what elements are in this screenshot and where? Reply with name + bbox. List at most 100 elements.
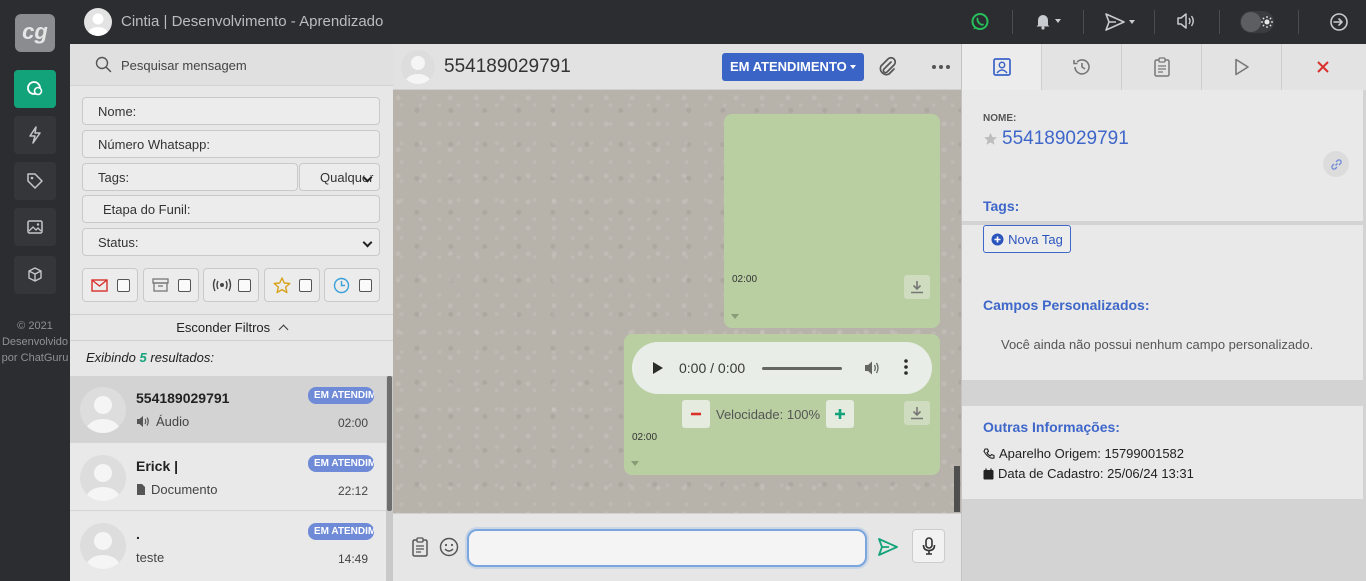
- filter-broadcast[interactable]: [203, 268, 259, 302]
- conversation-item[interactable]: Erick | EM ATENDIMENTO Documento 22:12: [70, 444, 386, 511]
- speed-increase-button[interactable]: [826, 400, 854, 428]
- results-number: 5: [139, 350, 147, 365]
- divider: [1298, 10, 1299, 34]
- scrollbar-thumb[interactable]: [387, 376, 392, 511]
- speed-decrease-button[interactable]: [682, 400, 710, 428]
- results-count: Exibindo 5 resultados:: [86, 350, 214, 365]
- filter-scheduled[interactable]: [324, 268, 380, 302]
- audio-progress-track[interactable]: [762, 367, 842, 370]
- speaker-icon: [136, 415, 151, 428]
- sun-icon: [1260, 15, 1274, 29]
- details-tabs: [962, 44, 1366, 90]
- hide-filters-button[interactable]: Esconder Filtros: [70, 314, 393, 341]
- contact-avatar[interactable]: [401, 50, 435, 84]
- rail-tags-button[interactable]: [14, 162, 56, 200]
- star-icon[interactable]: [983, 132, 998, 146]
- tab-dialogs[interactable]: [1202, 44, 1282, 90]
- conversation-time: 22:12: [337, 484, 368, 498]
- sound-toggle-button[interactable]: [1176, 12, 1196, 30]
- conversation-item[interactable]: 554189029791 EM ATENDIMENTO Áudio 02:00: [70, 376, 386, 443]
- filter-archived[interactable]: [143, 268, 199, 302]
- account-title[interactable]: Cintia | Desenvolvimento - Aprendizado: [121, 13, 383, 30]
- logout-button[interactable]: [1329, 12, 1349, 32]
- tags-mode-select[interactable]: Qualquer: [299, 163, 380, 191]
- search-input[interactable]: Pesquisar mensagem: [121, 58, 247, 73]
- chevron-down-icon[interactable]: [731, 314, 739, 319]
- avatar[interactable]: [84, 8, 112, 36]
- tab-history[interactable]: [1042, 44, 1122, 90]
- unread-checkbox[interactable]: [117, 278, 130, 292]
- audio-player[interactable]: 0:00 / 0:00: [632, 342, 932, 394]
- message-input[interactable]: [467, 529, 867, 567]
- chat-header: 554189029791 EM ATENDIMENTO: [393, 44, 961, 90]
- custom-fields-empty-message: Você ainda não possui nenhum campo perso…: [1001, 337, 1314, 352]
- broadcast-icon: [212, 278, 232, 292]
- message-bubble-audio[interactable]: 0:00 / 0:00 Velocidade: 100% 02:00: [624, 334, 940, 475]
- rail-automations-button[interactable]: [14, 116, 56, 154]
- filter-favorites[interactable]: [264, 268, 320, 302]
- download-button[interactable]: [904, 401, 930, 425]
- chevron-down-icon[interactable]: [631, 461, 639, 466]
- conversation-item[interactable]: . EM ATENDIMENTO teste 14:49: [70, 512, 386, 581]
- clipboard-icon: [1153, 57, 1171, 77]
- rail-products-button[interactable]: [14, 256, 56, 294]
- chat-status-dropdown[interactable]: EM ATENDIMENTO: [722, 53, 864, 81]
- bell-icon: [1034, 12, 1052, 30]
- chevron-down-icon: [850, 65, 856, 69]
- notifications-button[interactable]: [1034, 12, 1061, 30]
- theme-toggle[interactable]: [1240, 11, 1274, 33]
- record-audio-button[interactable]: [912, 529, 945, 563]
- whatsapp-icon: [970, 12, 990, 32]
- app-logo[interactable]: cg: [15, 14, 55, 52]
- contact-name-card: NOME:: [962, 90, 1363, 221]
- phone-icon: [983, 447, 995, 460]
- filter-funnel-field[interactable]: Etapa do Funil:: [82, 195, 380, 223]
- conversation-name: .: [136, 526, 140, 542]
- favorites-checkbox[interactable]: [299, 278, 312, 292]
- more-options-icon[interactable]: [931, 64, 951, 70]
- scheduled-checkbox[interactable]: [359, 278, 372, 292]
- archived-checkbox[interactable]: [178, 278, 191, 292]
- conversation-list-scrollbar[interactable]: [386, 376, 393, 581]
- preview-text: Áudio: [156, 414, 190, 429]
- filter-name-field[interactable]: Nome:: [82, 97, 380, 125]
- conversation-name: 554189029791: [136, 390, 230, 406]
- audio-menu-icon[interactable]: [904, 359, 908, 375]
- footer-line: © 2021: [17, 320, 53, 332]
- send-icon[interactable]: [877, 537, 899, 557]
- emoji-icon[interactable]: [439, 537, 459, 557]
- divider: [1219, 10, 1220, 34]
- chat-scrollbar[interactable]: [954, 466, 960, 512]
- play-icon[interactable]: [652, 361, 664, 375]
- conversation-preview: Áudio: [136, 414, 189, 429]
- send-menu-button[interactable]: [1104, 12, 1135, 32]
- rail-chat-button[interactable]: [14, 70, 56, 108]
- new-tag-button[interactable]: Nova Tag: [983, 225, 1071, 253]
- rail-media-button[interactable]: [14, 208, 56, 246]
- tags-title: Tags:: [983, 198, 1020, 214]
- filter-status-select[interactable]: Status:: [82, 228, 380, 256]
- download-button[interactable]: [904, 275, 930, 299]
- divider: [1012, 10, 1013, 34]
- tab-notes[interactable]: [1122, 44, 1202, 90]
- volume-icon[interactable]: [864, 360, 882, 376]
- paperclip-icon[interactable]: [877, 56, 897, 78]
- conversation-preview: teste: [136, 550, 164, 565]
- broadcast-checkbox[interactable]: [238, 278, 251, 292]
- footer-line: por ChatGuru: [1, 352, 69, 364]
- message-bubble-media[interactable]: 02:00: [724, 114, 940, 328]
- whatsapp-status-button[interactable]: [970, 12, 990, 32]
- contact-avatar: [80, 523, 126, 569]
- message-time: 02:00: [632, 432, 658, 443]
- plus-icon: [834, 408, 846, 420]
- filter-whatsapp-field[interactable]: Número Whatsapp:: [82, 130, 380, 158]
- link-icon[interactable]: [1323, 151, 1349, 177]
- close-panel-button[interactable]: [1282, 44, 1363, 90]
- registration-date: Data de Cadastro: 25/06/24 13:31: [983, 466, 1194, 481]
- tab-contact[interactable]: [962, 44, 1042, 90]
- volume-icon: [1176, 12, 1196, 30]
- message-search[interactable]: Pesquisar mensagem: [70, 44, 393, 86]
- quick-replies-icon[interactable]: [411, 537, 429, 557]
- filter-tags-field[interactable]: Tags:: [82, 163, 298, 191]
- filter-unread[interactable]: [82, 268, 138, 302]
